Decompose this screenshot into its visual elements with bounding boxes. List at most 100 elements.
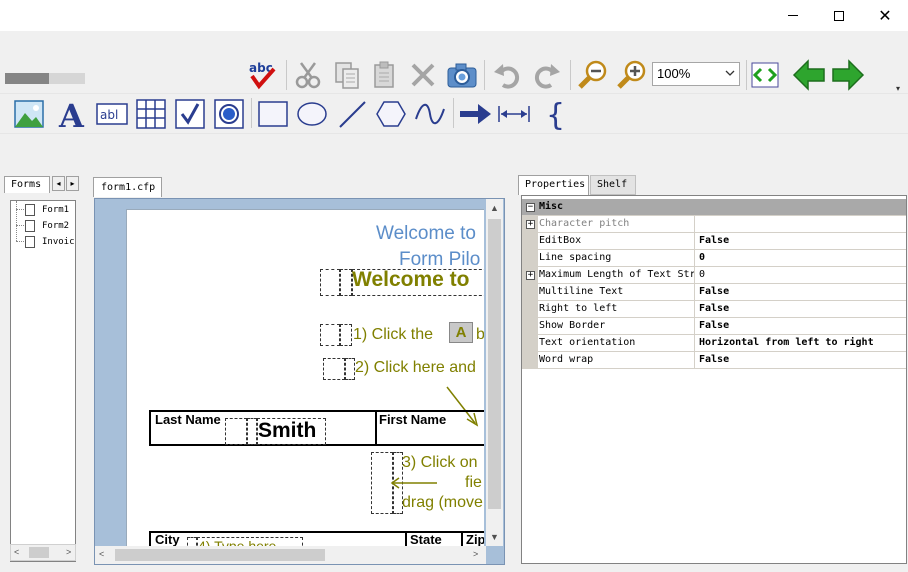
property-gutter: + (522, 267, 538, 283)
property-value[interactable]: False (696, 301, 906, 317)
tab-shelf[interactable]: Shelf (590, 175, 636, 195)
property-row[interactable]: + Maximum Length of Text Str 0 (522, 267, 906, 284)
property-row[interactable]: EditBox False (522, 233, 906, 250)
scroll-down-icon[interactable]: ▼ (490, 532, 499, 542)
redo-icon[interactable] (530, 58, 564, 92)
scroll-thumb[interactable] (488, 219, 501, 509)
delete-icon[interactable] (406, 58, 440, 92)
tab-properties[interactable]: Properties (518, 175, 589, 195)
scroll-left-icon[interactable]: < (14, 547, 19, 557)
close-button[interactable]: ✕ (862, 0, 908, 31)
forms-hscrollbar[interactable]: < > (10, 544, 76, 561)
copy-icon[interactable] (330, 58, 364, 92)
property-row[interactable]: + Character pitch (522, 216, 906, 233)
tab-document[interactable]: form1.cfp (93, 177, 162, 197)
camera-icon[interactable] (445, 58, 479, 92)
scroll-up-icon[interactable]: ▲ (490, 203, 499, 213)
property-value[interactable]: False (696, 352, 906, 368)
property-value[interactable]: False (696, 284, 906, 300)
spellcheck-icon[interactable]: abc (245, 58, 279, 92)
forms-tree: Form1 Form2 Invoice (10, 200, 76, 562)
field-handle[interactable] (340, 324, 352, 346)
brace-icon[interactable]: { (536, 97, 570, 131)
toolbar-separator (484, 60, 485, 90)
image-icon[interactable] (12, 97, 46, 131)
field-handle[interactable] (320, 269, 340, 296)
property-value[interactable]: False (696, 233, 906, 249)
scroll-left-icon[interactable]: < (99, 549, 104, 559)
undo-icon[interactable] (490, 58, 524, 92)
field-handle[interactable] (247, 418, 257, 445)
tree-item[interactable]: Form1 (25, 203, 69, 217)
property-row[interactable]: Show Border False (522, 318, 906, 335)
dimension-icon[interactable] (497, 97, 531, 131)
paste-icon[interactable] (368, 58, 402, 92)
scroll-thumb[interactable] (115, 549, 325, 561)
tab-scroll-right-icon[interactable]: ▸ (66, 176, 79, 191)
property-value[interactable]: 0 (696, 267, 906, 283)
scroll-thumb[interactable] (29, 547, 49, 558)
property-row[interactable]: Multiline Text False (522, 284, 906, 301)
scroll-right-icon[interactable]: > (66, 547, 71, 557)
property-value[interactable]: Horizontal from left to right (696, 335, 906, 351)
toolbar-separator (453, 98, 454, 128)
toolbar-overflow-icon[interactable]: ▾ (896, 84, 900, 93)
ellipse-icon[interactable] (295, 97, 329, 131)
polygon-icon[interactable] (374, 97, 408, 131)
property-value[interactable] (696, 216, 906, 232)
forward-arrow-icon[interactable] (831, 58, 865, 92)
step3-line1: 3) Click on (402, 454, 478, 471)
rectangle-icon[interactable] (256, 97, 290, 131)
property-row[interactable]: Word wrap False (522, 352, 906, 369)
step2-text: 2) Click here and (355, 359, 476, 376)
property-row[interactable]: Line spacing 0 (522, 250, 906, 267)
property-row[interactable]: Right to left False (522, 301, 906, 318)
table-icon[interactable] (134, 97, 168, 131)
field-handle[interactable] (320, 324, 340, 346)
zoom-select[interactable]: 100% (652, 62, 740, 86)
tree-item-label: Form2 (42, 221, 70, 231)
document-canvas: Welcome to Form Pilo Welcome to 1) Click… (94, 198, 505, 565)
arrow-icon[interactable] (458, 97, 492, 131)
form-page[interactable]: Welcome to Form Pilo Welcome to 1) Click… (126, 209, 484, 549)
chevron-down-icon (724, 66, 736, 83)
curve-icon[interactable] (413, 97, 447, 131)
svg-text:{: { (546, 98, 565, 130)
scroll-right-icon[interactable]: > (473, 549, 478, 559)
name-table-divider (375, 410, 377, 446)
cut-icon[interactable] (291, 58, 325, 92)
editbox-icon[interactable]: abl (95, 97, 129, 131)
property-value[interactable]: False (696, 318, 906, 334)
radio-icon[interactable] (212, 97, 246, 131)
drag-arrow-icon (390, 477, 437, 489)
expand-icon[interactable]: + (526, 271, 535, 280)
property-row[interactable]: Text orientation Horizontal from left to … (522, 335, 906, 352)
field-handle[interactable] (323, 358, 345, 380)
welcome-title: Welcome to (376, 223, 476, 244)
field-handle[interactable] (345, 358, 355, 380)
tree-item[interactable]: Form2 (25, 219, 69, 233)
property-gutter (522, 352, 538, 368)
property-category[interactable]: − Misc (522, 199, 906, 216)
back-arrow-icon[interactable] (792, 58, 826, 92)
tab-forms[interactable]: Forms (4, 176, 50, 193)
property-value[interactable]: 0 (696, 250, 906, 266)
line-icon[interactable] (335, 97, 369, 131)
tab-scroll-left-icon[interactable]: ◂ (52, 176, 65, 191)
document-panel: form1.cfp Welcome to Form Pilo Welcome t… (88, 172, 511, 570)
field-handle[interactable] (340, 269, 352, 296)
zoom-in-icon[interactable] (615, 58, 649, 92)
properties-panel: Properties Shelf − Misc + Character pitch… (515, 172, 908, 570)
fit-width-icon[interactable] (748, 58, 782, 92)
minimize-button[interactable] (770, 0, 816, 31)
zoom-out-icon[interactable] (576, 58, 610, 92)
expand-icon[interactable]: + (526, 220, 535, 229)
document-hscrollbar[interactable]: < > (95, 546, 486, 564)
text-icon[interactable]: A (56, 97, 90, 131)
field-handle[interactable] (225, 418, 247, 445)
document-vscrollbar[interactable]: ▲ ▼ (486, 199, 503, 546)
checkbox-icon[interactable] (173, 97, 207, 131)
collapse-icon[interactable]: − (526, 203, 535, 212)
tree-item[interactable]: Invoice (25, 235, 75, 249)
maximize-button[interactable] (816, 0, 862, 31)
